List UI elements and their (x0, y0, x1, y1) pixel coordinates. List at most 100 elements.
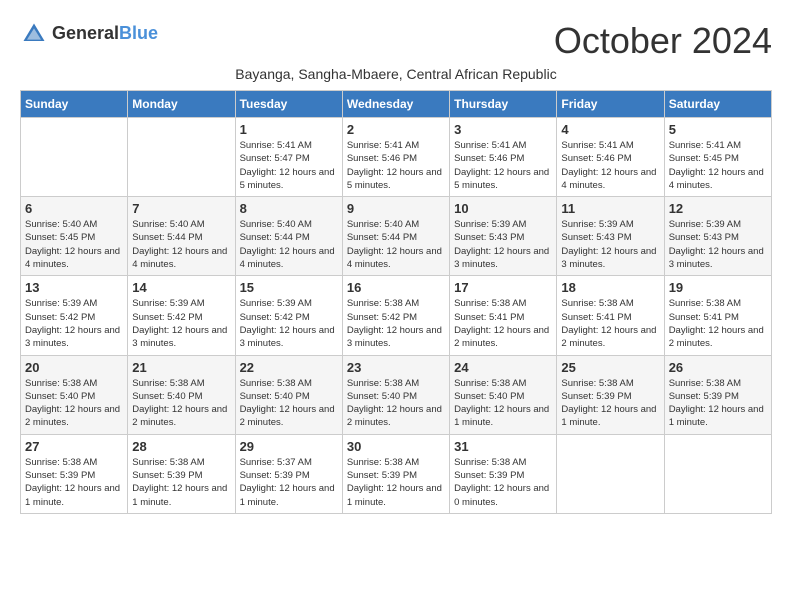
calendar-cell (21, 118, 128, 197)
calendar-cell (128, 118, 235, 197)
calendar-cell: 22 Sunrise: 5:38 AMSunset: 5:40 PMDayligh… (235, 355, 342, 434)
calendar-cell: 23 Sunrise: 5:38 AMSunset: 5:40 PMDayligh… (342, 355, 449, 434)
day-number: 20 (25, 360, 123, 375)
calendar-cell: 5 Sunrise: 5:41 AMSunset: 5:45 PMDaylight… (664, 118, 771, 197)
day-details: Sunrise: 5:39 AMSunset: 5:43 PMDaylight:… (561, 218, 659, 271)
day-number: 12 (669, 201, 767, 216)
calendar-cell: 24Sunrise: 5:38 AMSunset: 5:40 PMDayligh… (450, 355, 557, 434)
day-number: 24 (454, 360, 552, 375)
header-area: General Blue October 2024 (20, 20, 772, 62)
day-details: Sunrise: 5:41 AMSunset: 5:46 PMDaylight:… (347, 139, 445, 192)
day-details: Sunrise: 5:38 AMSunset: 5:39 PMDaylight:… (669, 377, 767, 430)
calendar-cell: 10 Sunrise: 5:39 AMSunset: 5:43 PMDayligh… (450, 197, 557, 276)
day-number: 19 (669, 280, 767, 295)
day-details: Sunrise: 5:38 AMSunset: 5:39 PMDaylight:… (347, 456, 445, 509)
day-number: 29 (240, 439, 338, 454)
calendar-cell: 29 Sunrise: 5:37 AMSunset: 5:39 PMDayligh… (235, 434, 342, 513)
calendar-cell: 16 Sunrise: 5:38 AMSunset: 5:42 PMDayligh… (342, 276, 449, 355)
day-details: Sunrise: 5:40 AMSunset: 5:44 PMDaylight:… (240, 218, 338, 271)
calendar-cell: 25 Sunrise: 5:38 AMSunset: 5:39 PMDayligh… (557, 355, 664, 434)
calendar-cell: 18 Sunrise: 5:38 AMSunset: 5:41 PMDayligh… (557, 276, 664, 355)
weekday-header-cell: Tuesday (235, 91, 342, 118)
weekday-header-cell: Monday (128, 91, 235, 118)
weekday-header-cell: Wednesday (342, 91, 449, 118)
calendar-cell: 28 Sunrise: 5:38 AMSunset: 5:39 PMDayligh… (128, 434, 235, 513)
calendar-week-row: 1 Sunrise: 5:41 AMSunset: 5:47 PMDaylight… (21, 118, 772, 197)
day-details: Sunrise: 5:40 AMSunset: 5:44 PMDaylight:… (347, 218, 445, 271)
calendar-cell: 12 Sunrise: 5:39 AMSunset: 5:43 PMDayligh… (664, 197, 771, 276)
day-number: 21 (132, 360, 230, 375)
day-details: Sunrise: 5:41 AMSunset: 5:45 PMDaylight:… (669, 139, 767, 192)
day-number: 4 (561, 122, 659, 137)
day-details: Sunrise: 5:38 AMSunset: 5:39 PMDaylight:… (561, 377, 659, 430)
calendar-body: 1 Sunrise: 5:41 AMSunset: 5:47 PMDaylight… (21, 118, 772, 514)
weekday-header-cell: Thursday (450, 91, 557, 118)
day-details: Sunrise: 5:38 AMSunset: 5:42 PMDaylight:… (347, 297, 445, 350)
day-details: Sunrise: 5:41 AMSunset: 5:46 PMDaylight:… (454, 139, 552, 192)
calendar-cell: 14Sunrise: 5:39 AMSunset: 5:42 PMDayligh… (128, 276, 235, 355)
day-details: Sunrise: 5:38 AMSunset: 5:39 PMDaylight:… (454, 456, 552, 509)
day-number: 25 (561, 360, 659, 375)
calendar-cell: 27Sunrise: 5:38 AMSunset: 5:39 PMDayligh… (21, 434, 128, 513)
day-number: 14 (132, 280, 230, 295)
day-number: 15 (240, 280, 338, 295)
weekday-header-row: SundayMondayTuesdayWednesdayThursdayFrid… (21, 91, 772, 118)
day-details: Sunrise: 5:38 AMSunset: 5:41 PMDaylight:… (669, 297, 767, 350)
day-details: Sunrise: 5:39 AMSunset: 5:43 PMDaylight:… (454, 218, 552, 271)
day-number: 9 (347, 201, 445, 216)
calendar-week-row: 27Sunrise: 5:38 AMSunset: 5:39 PMDayligh… (21, 434, 772, 513)
calendar-cell: 13Sunrise: 5:39 AMSunset: 5:42 PMDayligh… (21, 276, 128, 355)
day-number: 16 (347, 280, 445, 295)
calendar-cell (557, 434, 664, 513)
calendar-cell: 8 Sunrise: 5:40 AMSunset: 5:44 PMDaylight… (235, 197, 342, 276)
day-number: 31 (454, 439, 552, 454)
day-number: 11 (561, 201, 659, 216)
day-details: Sunrise: 5:38 AMSunset: 5:40 PMDaylight:… (347, 377, 445, 430)
day-number: 10 (454, 201, 552, 216)
day-number: 6 (25, 201, 123, 216)
location: Bayanga, Sangha-Mbaere, Central African … (20, 66, 772, 82)
day-details: Sunrise: 5:41 AMSunset: 5:47 PMDaylight:… (240, 139, 338, 192)
day-number: 23 (347, 360, 445, 375)
weekday-header-cell: Saturday (664, 91, 771, 118)
day-details: Sunrise: 5:38 AMSunset: 5:39 PMDaylight:… (25, 456, 123, 509)
calendar-cell: 3Sunrise: 5:41 AMSunset: 5:46 PMDaylight… (450, 118, 557, 197)
day-number: 7 (132, 201, 230, 216)
day-details: Sunrise: 5:37 AMSunset: 5:39 PMDaylight:… (240, 456, 338, 509)
calendar-week-row: 13 Sunrise: 5:39 AMSunset: 5:42 PMDayligh… (21, 276, 772, 355)
day-number: 13 (25, 280, 123, 295)
day-number: 28 (132, 439, 230, 454)
day-details: Sunrise: 5:38 AMSunset: 5:41 PMDaylight:… (454, 297, 552, 350)
day-details: Sunrise: 5:40 AMSunset: 5:44 PMDaylight:… (132, 218, 230, 271)
day-number: 1 (240, 122, 338, 137)
day-number: 22 (240, 360, 338, 375)
logo-icon (20, 20, 48, 48)
day-number: 8 (240, 201, 338, 216)
calendar-cell: 19 Sunrise: 5:38 AMSunset: 5:41 PMDayligh… (664, 276, 771, 355)
day-details: Sunrise: 5:38 AMSunset: 5:40 PMDaylight:… (132, 377, 230, 430)
calendar-cell: 6 Sunrise: 5:40 AMSunset: 5:45 PMDaylight… (21, 197, 128, 276)
calendar-cell: 2Sunrise: 5:41 AMSunset: 5:46 PMDaylight… (342, 118, 449, 197)
day-details: Sunrise: 5:38 AMSunset: 5:41 PMDaylight:… (561, 297, 659, 350)
day-details: Sunrise: 5:38 AMSunset: 5:40 PMDaylight:… (25, 377, 123, 430)
calendar-cell: 11 Sunrise: 5:39 AMSunset: 5:43 PMDayligh… (557, 197, 664, 276)
day-number: 17 (454, 280, 552, 295)
calendar-cell (664, 434, 771, 513)
calendar-cell: 9 Sunrise: 5:40 AMSunset: 5:44 PMDaylight… (342, 197, 449, 276)
day-details: Sunrise: 5:40 AMSunset: 5:45 PMDaylight:… (25, 218, 123, 271)
day-details: Sunrise: 5:39 AMSunset: 5:43 PMDaylight:… (669, 218, 767, 271)
month-year: October 2024 (554, 20, 772, 62)
day-number: 30 (347, 439, 445, 454)
day-number: 18 (561, 280, 659, 295)
day-details: Sunrise: 5:38 AMSunset: 5:39 PMDaylight:… (132, 456, 230, 509)
calendar-table: SundayMondayTuesdayWednesdayThursdayFrid… (20, 90, 772, 514)
day-number: 5 (669, 122, 767, 137)
calendar-week-row: 6 Sunrise: 5:40 AMSunset: 5:45 PMDaylight… (21, 197, 772, 276)
calendar-cell: 1 Sunrise: 5:41 AMSunset: 5:47 PMDaylight… (235, 118, 342, 197)
calendar-cell: 7 Sunrise: 5:40 AMSunset: 5:44 PMDaylight… (128, 197, 235, 276)
weekday-header-cell: Sunday (21, 91, 128, 118)
day-details: Sunrise: 5:39 AMSunset: 5:42 PMDaylight:… (240, 297, 338, 350)
day-details: Sunrise: 5:38 AMSunset: 5:40 PMDaylight:… (240, 377, 338, 430)
logo-text-blue: Blue (119, 24, 158, 44)
calendar-cell: 26Sunrise: 5:38 AMSunset: 5:39 PMDayligh… (664, 355, 771, 434)
